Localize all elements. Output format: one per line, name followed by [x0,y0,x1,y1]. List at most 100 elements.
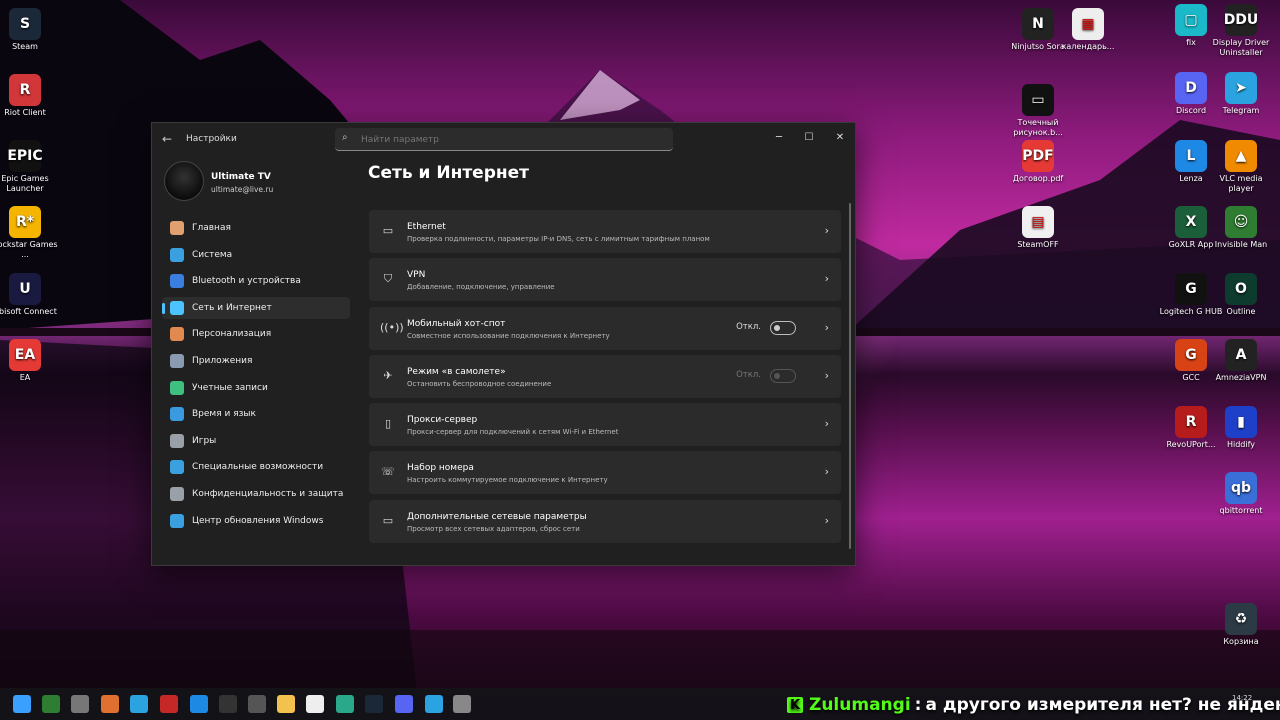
desktop-icon-корзина[interactable]: ♻ Корзина [1206,603,1276,647]
kick-logo-icon: K [787,697,803,713]
desktop-icon-ubisoft-connect[interactable]: U Ubisoft Connect [0,273,60,317]
desktop-icon-outline[interactable]: O Outline [1206,273,1276,317]
desktop-icon-hiddify[interactable]: ▮ Hiddify [1206,406,1276,450]
maximize-icon[interactable]: ☐ [794,129,824,147]
explorer-app-icon[interactable] [277,695,295,713]
settings-list: ▭ Ethernet Проверка подлинности, параметры… [369,210,841,548]
update-icon [170,513,184,528]
desktop-icon-amneziavpn[interactable]: A AmneziaVPN [1206,339,1276,383]
apps-icon [170,353,184,368]
desktop-icon-label: SteamOFF [1017,240,1059,249]
sidebar-item-2[interactable]: Bluetooth и устройства [162,270,350,292]
monitor-icon: ▭ [382,513,394,527]
desktop-icon-vlc-media-player[interactable]: ▲ VLC media player [1206,140,1276,194]
sidebar-item-9[interactable]: Специальные возможности [162,456,350,478]
card-title: VPN [407,270,426,281]
desktop-icon-steamoff[interactable]: ▤ SteamOFF [1003,206,1073,250]
sidebar-item-1[interactable]: Система [162,244,350,266]
app-title: Настройки [186,134,237,144]
sidebar-item-11[interactable]: Центр обновления Windows [162,510,350,532]
desktop-icon-invisible-man[interactable]: ☺ Invisible Man [1206,206,1276,250]
desktop-icon-rockstar-games[interactable]: R* Rockstar Games ... [0,206,60,260]
desktop-icon-label: Точечный рисунок.b... [1013,118,1063,137]
search-box[interactable]: ⌕ [335,128,673,151]
settings-card-5[interactable]: ☏ Набор номера Настроить коммутируемое под… [369,451,841,495]
app-icon: R [9,74,41,106]
app-icon: R* [9,206,41,238]
desktop-icon-steam[interactable]: S Steam [0,8,60,52]
app-grey-icon[interactable] [71,695,89,713]
app-icon: A [1225,339,1257,371]
hotspot-icon: ((•)) [380,320,404,334]
toggle-switch [770,368,796,383]
user-email: ultimate@live.ru [211,185,274,194]
telegram-app-icon[interactable] [130,695,148,713]
sidebar-item-10[interactable]: Конфиденциальность и защита [162,483,350,505]
avatar [164,161,204,201]
back-arrow-icon[interactable]: ← [162,132,172,146]
card-description: Просмотр всех сетевых адаптеров, сброс с… [407,524,580,533]
desktop-icon-riot-client[interactable]: R Riot Client [0,74,60,118]
settings-card-1[interactable]: ⛉ VPN Добавление, подключение, управление › [369,258,841,302]
sidebar-item-label: Система [192,249,233,260]
app-icon: ☺ [1225,206,1257,238]
desktop-icon-label: VLC media player [1219,174,1263,193]
desktop-icon-договор-pdf[interactable]: PDF Договор.pdf [1003,140,1073,184]
card-title: Набор номера [407,463,474,474]
scrollbar[interactable] [849,203,851,549]
sidebar-item-label: Сеть и Интернет [192,302,272,313]
settings-card-0[interactable]: ▭ Ethernet Проверка подлинности, параметры… [369,210,841,253]
desktop-icon-точечный-рисунок-b[interactable]: ▭ Точечный рисунок.b... [1003,84,1073,138]
desktop-icon-календарь[interactable]: ▦ календарь... [1053,8,1123,52]
cloud-app-icon[interactable] [101,695,119,713]
desktop-icon-label: EA [19,373,31,382]
app-icon: EA [9,339,41,371]
desktop-icon-ea[interactable]: EA EA [0,339,60,383]
telegram2-app-icon[interactable] [425,695,443,713]
settings-card-2[interactable]: ((•)) Мобильный хот-спот Совместное исполь… [369,306,841,350]
toggle-switch[interactable] [770,320,796,335]
shield-icon [170,486,184,501]
mvk-app-icon[interactable] [160,695,178,713]
chevron-right-icon: › [824,320,829,334]
sidebar-item-3[interactable]: Сеть и Интернет [162,296,350,319]
sidebar-item-8[interactable]: Игры [162,430,350,452]
toggle-label: Откл. [736,321,761,332]
sidebar-item-4[interactable]: Персонализация [162,323,350,345]
desktop-icon-label: Корзина [1223,637,1259,646]
desktop-icon-display-driver-uninstaller[interactable]: DDU Display Driver Uninstaller [1206,4,1276,58]
sidebar-item-6[interactable]: Учетные записи [162,377,350,399]
close-icon[interactable]: ✕ [825,129,855,147]
desktop-icon-label: Riot Client [4,108,46,117]
chevron-right-icon: › [824,465,829,479]
settings-card-3[interactable]: ✈ Режим «в самолете» Остановить беспроводн… [369,354,841,398]
sidebar-item-label: Игры [192,435,217,446]
settings-card-4[interactable]: ▯ Прокси-сервер Прокси-сервер для подключе… [369,403,841,447]
sidebar-item-7[interactable]: Время и язык [162,403,350,425]
app-icon: ▮ [1225,406,1257,438]
edge-dev-app-icon[interactable] [190,695,208,713]
app-icon: R [1175,406,1207,438]
start-button-icon[interactable] [13,695,31,713]
chevron-right-icon: › [824,272,829,286]
steam-app-icon[interactable] [365,695,383,713]
search-input[interactable] [359,131,663,149]
settings-app-icon[interactable] [453,695,471,713]
minimize-icon[interactable]: ─ [764,129,794,147]
sidebar-item-0[interactable]: Главная [162,217,350,239]
app-icon: ▭ [1022,84,1054,116]
settings-card-6[interactable]: ▭ Дополнительные сетевые параметры Просмот… [369,499,841,543]
sidebar-item-5[interactable]: Приложения [162,350,350,372]
desktop-icon-telegram[interactable]: ➤ Telegram [1206,72,1276,116]
xbox-app-icon[interactable] [42,695,60,713]
yandex-app-icon[interactable] [306,695,324,713]
terminal-app-icon[interactable] [219,695,237,713]
chrome-app-icon[interactable] [248,695,266,713]
sidebar-item-label: Главная [192,223,231,233]
proxy-icon: ▯ [384,417,392,431]
discord-app-icon[interactable] [395,695,413,713]
edge-app-icon[interactable] [336,695,354,713]
desktop-icon-label: Steam [12,42,38,51]
desktop-icon-epic-games-launcher[interactable]: EPIC Epic Games Launcher [0,140,60,194]
desktop-icon-qbittorrent[interactable]: qb qbittorrent [1206,472,1276,516]
